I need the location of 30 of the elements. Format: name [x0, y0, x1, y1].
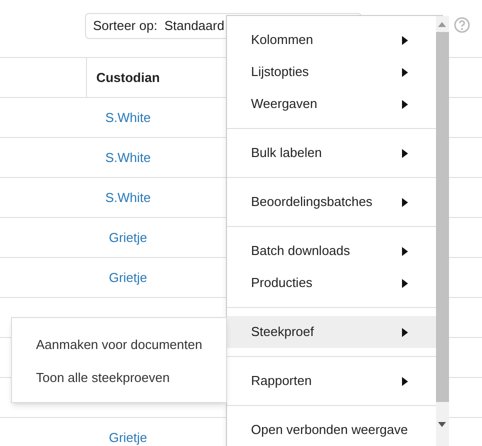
menu-item[interactable]: Steekproef: [227, 316, 436, 348]
scroll-up-icon[interactable]: [438, 22, 446, 27]
menu-item[interactable]: Bulk labelen: [227, 137, 436, 169]
submenu-item[interactable]: Aanmaken voor documenten: [12, 328, 226, 361]
menu-item[interactable]: Producties: [227, 267, 436, 299]
submenu-arrow-icon: [402, 36, 408, 44]
custodian-link[interactable]: Grietje: [108, 428, 148, 446]
submenu-arrow-icon: [402, 198, 408, 206]
submenu-arrow-icon: [402, 246, 408, 256]
menu-item[interactable]: Rapporten: [227, 365, 436, 397]
menu-item[interactable]: Weergaven: [227, 88, 436, 120]
custodian-link[interactable]: S.White: [105, 188, 151, 208]
menu-item[interactable]: Beoordelingsbatches: [227, 186, 436, 218]
scroll-down-icon[interactable]: [438, 422, 446, 427]
column-header[interactable]: Custodian: [96, 68, 160, 88]
submenu-arrow-icon: [402, 376, 408, 386]
submenu-arrow-icon: [402, 148, 408, 158]
submenu-arrow-icon: [402, 328, 408, 336]
custodian-link[interactable]: Grietje: [108, 268, 148, 288]
help-icon[interactable]: [454, 17, 470, 33]
submenu-arrow-icon: [402, 278, 408, 288]
submenu-arrow-icon: [402, 100, 408, 108]
submenu-arrow-icon: [402, 68, 408, 76]
custodian-link[interactable]: S.White: [105, 108, 151, 128]
menu-item[interactable]: Lijstopties: [227, 56, 436, 88]
submenu-item[interactable]: Toon alle steekproeven: [12, 361, 226, 394]
menu-item[interactable]: Open verbonden weergave: [227, 414, 436, 446]
menu-item[interactable]: Batch downloads: [227, 235, 436, 267]
custodian-link[interactable]: Grietje: [108, 228, 148, 248]
custodian-link[interactable]: S.White: [105, 148, 151, 168]
